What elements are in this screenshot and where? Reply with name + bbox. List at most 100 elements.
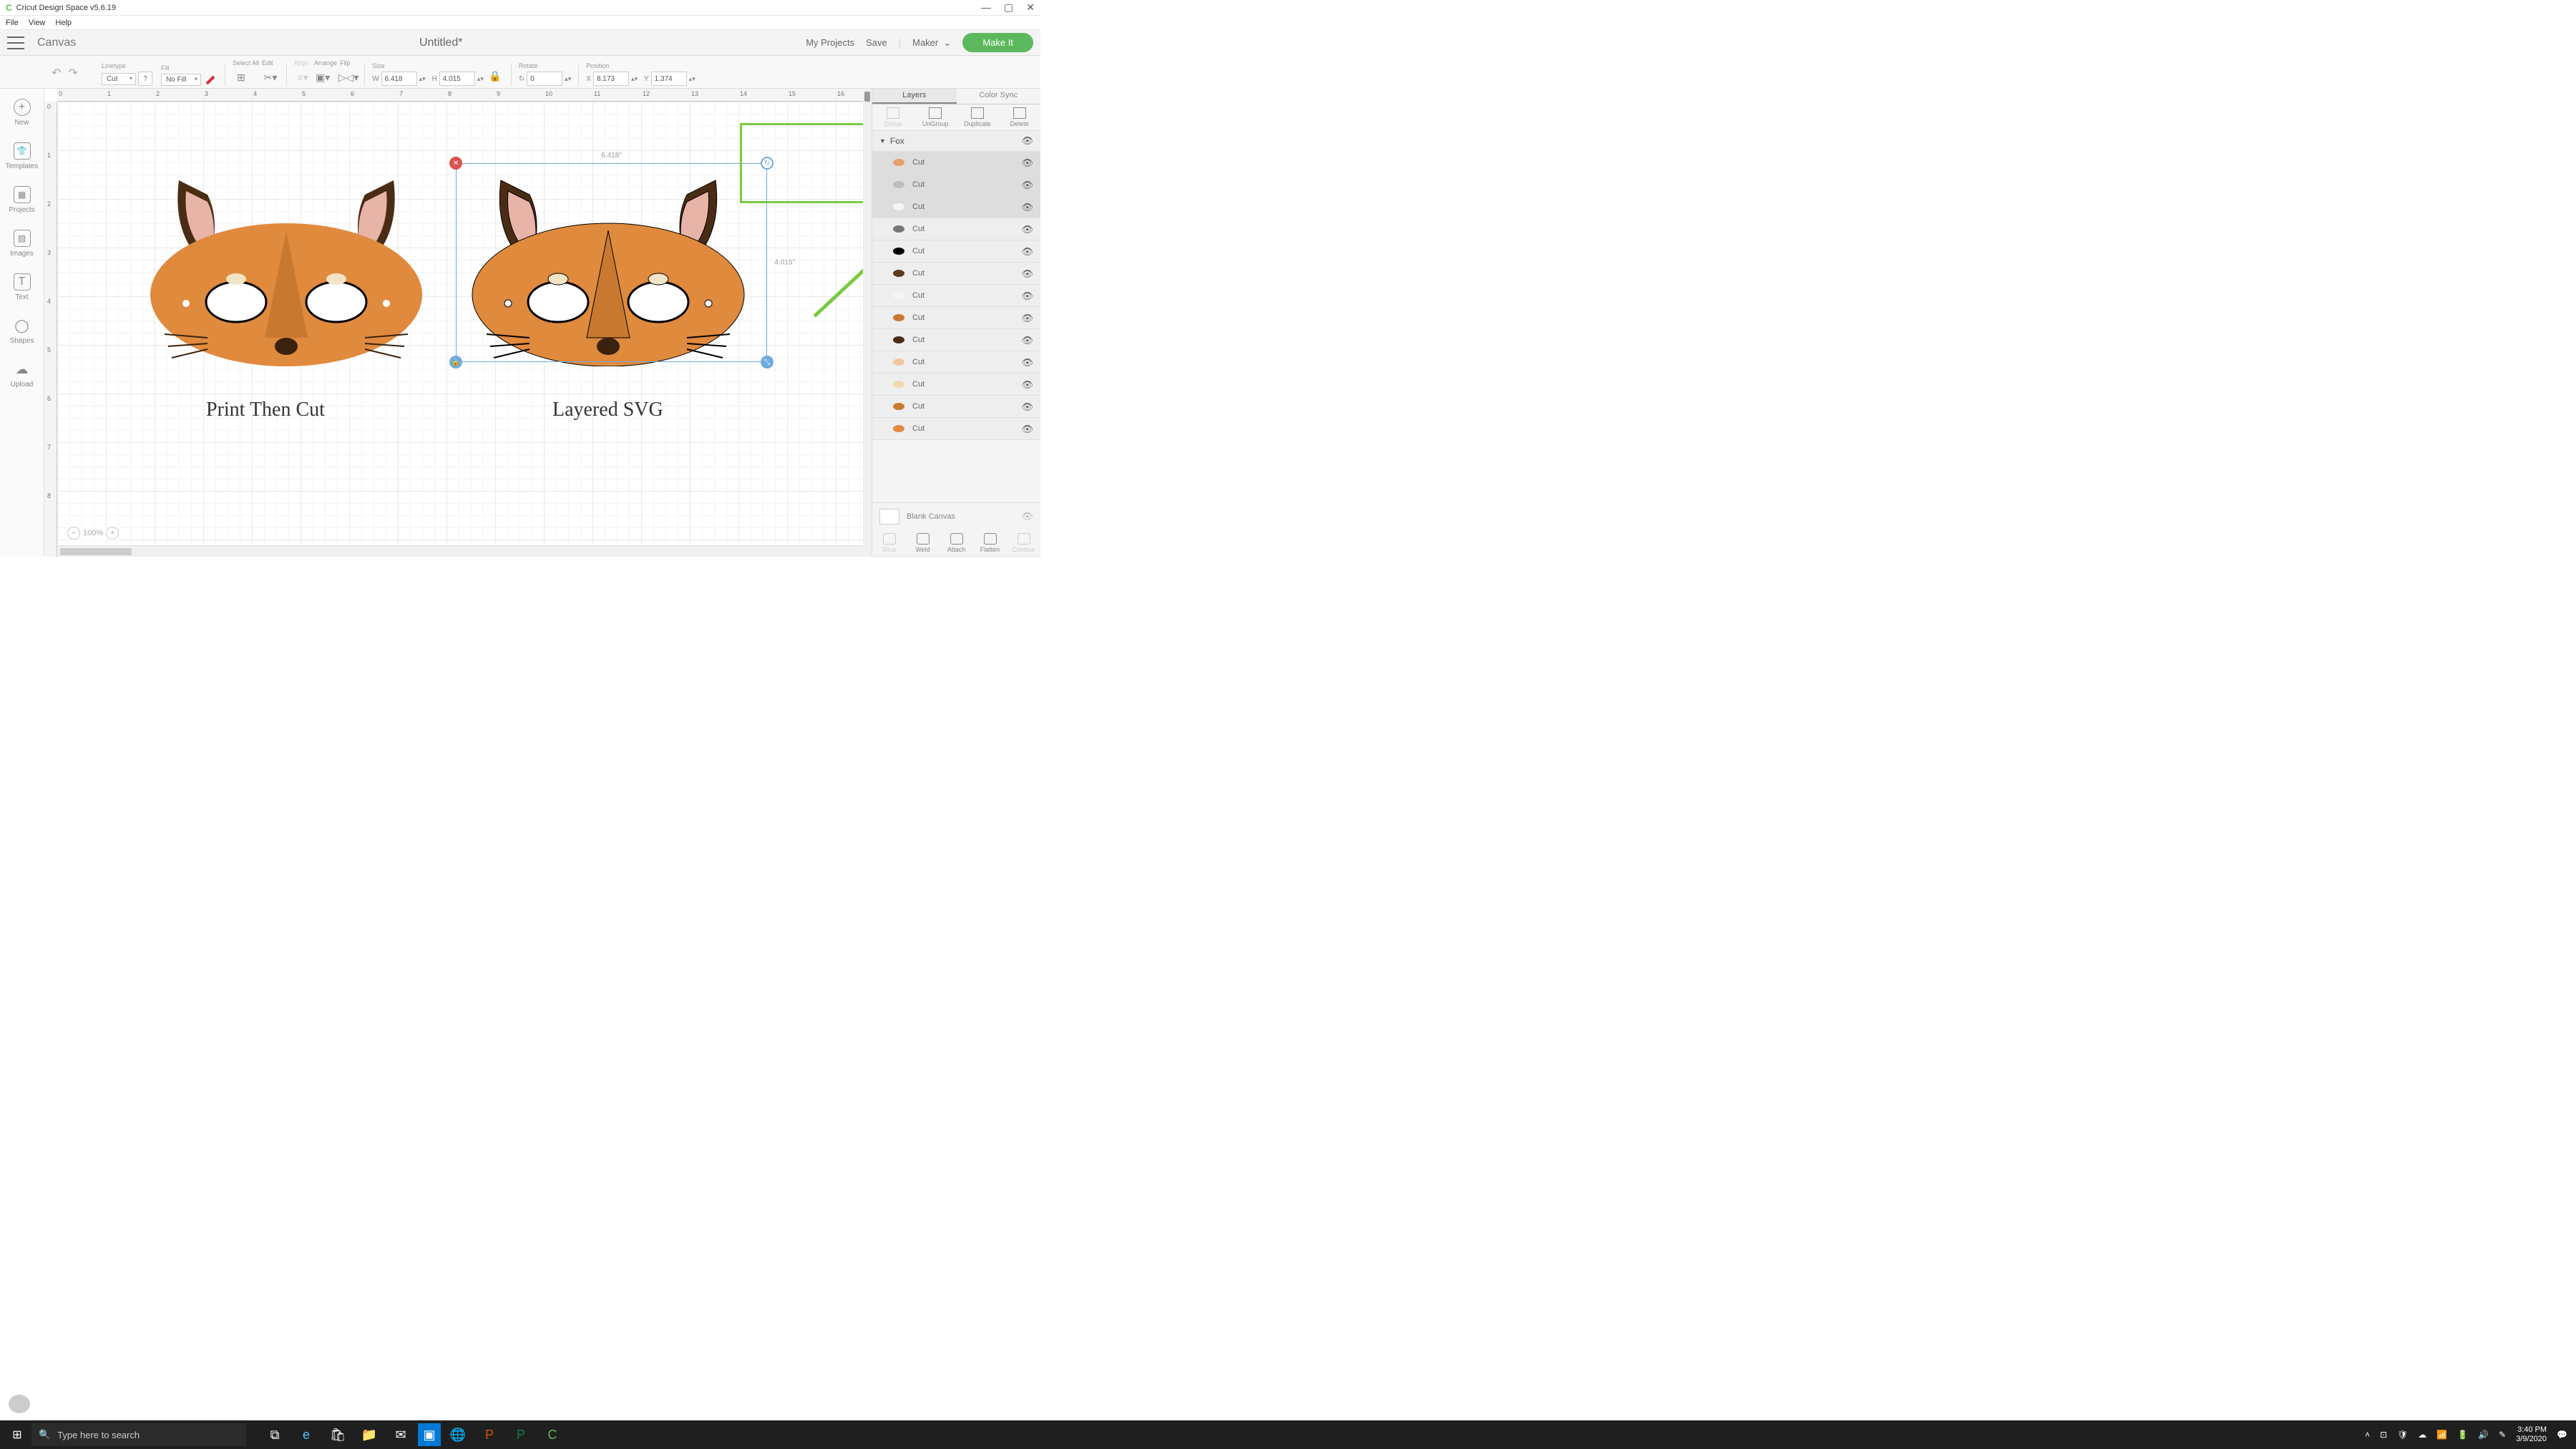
tray-chevron-icon[interactable]: ˄	[2365, 1430, 2370, 1440]
rotate-input[interactable]	[527, 72, 562, 86]
make-it-button[interactable]: Make It	[962, 33, 1033, 52]
layer-item[interactable]: Cut	[872, 374, 1040, 396]
canvas-grid[interactable]: ✕ ↻ 🔒 ⤡ 6.418" 4.015" Print Then Cut Lay…	[57, 102, 872, 544]
app-icon[interactable]: ▣	[418, 1423, 441, 1446]
visibility-toggle[interactable]	[1021, 179, 1033, 191]
vertical-scrollbar[interactable]	[863, 89, 872, 557]
visibility-toggle[interactable]	[1021, 379, 1033, 391]
canvas-color-selector[interactable]: Blank Canvas	[872, 502, 1040, 530]
selection-delete-handle[interactable]: ✕	[449, 157, 462, 170]
taskbar-search[interactable]: 🔍 Type here to search	[31, 1423, 246, 1446]
tab-color-sync[interactable]: Color Sync	[957, 89, 1041, 104]
width-input[interactable]	[381, 72, 417, 86]
arrange-icon[interactable]: ▣▾	[314, 69, 331, 86]
sidebar-new[interactable]: +New	[0, 93, 44, 132]
visibility-toggle[interactable]	[1021, 290, 1033, 302]
visibility-toggle[interactable]	[1021, 201, 1033, 213]
layer-item[interactable]: Cut	[872, 152, 1040, 174]
zoom-in-button[interactable]: +	[106, 527, 119, 540]
y-input[interactable]	[651, 72, 687, 86]
edge-icon[interactable]: e	[292, 1420, 321, 1449]
powerpoint-icon[interactable]: P	[475, 1420, 504, 1449]
fill-select[interactable]: No Fill	[161, 74, 201, 86]
sidebar-text[interactable]: TText	[0, 268, 44, 307]
layer-item[interactable]: Cut	[872, 285, 1040, 307]
mail-icon[interactable]: ✉	[386, 1420, 415, 1449]
publisher-icon[interactable]: P	[507, 1420, 535, 1449]
lock-aspect-icon[interactable]: 🔒	[487, 67, 504, 84]
fox-print-then-cut[interactable]	[136, 166, 436, 366]
hamburger-menu[interactable]	[7, 36, 24, 49]
edit-icon[interactable]: ✂▾	[262, 69, 279, 86]
sidebar-projects[interactable]: ▦Projects	[0, 180, 44, 220]
chrome-icon[interactable]: 🌐	[444, 1420, 472, 1449]
height-input[interactable]	[439, 72, 475, 86]
visibility-toggle[interactable]	[1021, 312, 1033, 324]
delete-button[interactable]: Delete	[1003, 107, 1036, 127]
start-button[interactable]: ⊞	[3, 1428, 31, 1442]
layer-item[interactable]: Cut	[872, 351, 1040, 374]
horizontal-scrollbar[interactable]: ▶	[57, 545, 872, 557]
save-link[interactable]: Save	[866, 37, 887, 48]
layer-item[interactable]: Cut	[872, 196, 1040, 218]
tray-network-icon[interactable]: 📶	[2436, 1430, 2447, 1440]
maximize-button[interactable]: ▢	[1004, 1, 1013, 14]
visibility-toggle[interactable]	[1021, 135, 1033, 147]
tray-dropbox-icon[interactable]: ⊡	[2380, 1430, 2387, 1440]
sidebar-shapes[interactable]: ◯Shapes	[0, 311, 44, 351]
layer-item[interactable]: Cut	[872, 396, 1040, 418]
layer-item[interactable]: Cut	[872, 418, 1040, 440]
visibility-toggle[interactable]	[1021, 245, 1033, 258]
fill-swatch[interactable]	[206, 75, 215, 84]
weld-button[interactable]: Weld	[907, 533, 940, 553]
duplicate-button[interactable]: Duplicate	[961, 107, 994, 127]
visibility-toggle[interactable]	[1021, 401, 1033, 413]
layer-item[interactable]: Cut	[872, 307, 1040, 329]
visibility-toggle[interactable]	[1021, 157, 1033, 169]
tab-layers[interactable]: Layers	[872, 89, 957, 104]
explorer-icon[interactable]: 📁	[355, 1420, 384, 1449]
selection-box[interactable]: ✕ ↻ 🔒 ⤡ 6.418" 4.015"	[456, 163, 767, 362]
layer-item[interactable]: Cut	[872, 263, 1040, 285]
x-input[interactable]	[593, 72, 629, 86]
zoom-out-button[interactable]: −	[67, 527, 80, 540]
tray-onedrive-icon[interactable]: ☁	[2418, 1430, 2426, 1440]
tray-security-icon[interactable]: 🛡	[2397, 1430, 2408, 1440]
store-icon[interactable]: 🛍	[323, 1420, 352, 1449]
visibility-toggle[interactable]	[1021, 223, 1033, 235]
select-all-icon[interactable]: ⊞	[233, 69, 250, 86]
sidebar-images[interactable]: ▧Images	[0, 224, 44, 263]
visibility-toggle[interactable]	[1021, 423, 1033, 435]
menu-file[interactable]: File	[6, 19, 19, 27]
layer-group-fox[interactable]: ▼ Fox	[872, 131, 1040, 152]
layer-item[interactable]: Cut	[872, 240, 1040, 263]
tray-volume-icon[interactable]: 🔊	[2478, 1430, 2489, 1440]
hidden-icon[interactable]	[1021, 511, 1033, 522]
flip-icon[interactable]: ▷◁▾	[340, 69, 357, 86]
visibility-toggle[interactable]	[1021, 268, 1033, 280]
selection-lock-handle[interactable]: 🔒	[449, 356, 462, 369]
menu-help[interactable]: Help	[55, 19, 72, 27]
redo-icon[interactable]: ↷	[68, 66, 77, 80]
selection-resize-handle[interactable]: ⤡	[761, 356, 774, 369]
minimize-button[interactable]: —	[981, 1, 991, 14]
attach-button[interactable]: Attach	[940, 533, 973, 553]
flatten-button[interactable]: Flatten	[974, 533, 1007, 553]
linetype-select[interactable]: Cut	[102, 73, 136, 85]
layer-item[interactable]: Cut	[872, 174, 1040, 196]
menu-view[interactable]: View	[29, 19, 46, 27]
chat-bubble-icon[interactable]	[9, 1395, 30, 1413]
canvas-area[interactable]: 012345678910111213141516 012345678	[44, 89, 872, 557]
cricut-taskbar-icon[interactable]: C	[538, 1420, 567, 1449]
undo-icon[interactable]: ↶	[52, 66, 61, 80]
linetype-help[interactable]: ?	[138, 72, 152, 86]
visibility-toggle[interactable]	[1021, 356, 1033, 369]
close-button[interactable]: ✕	[1026, 1, 1035, 14]
ungroup-button[interactable]: UnGroup	[919, 107, 952, 127]
tray-battery-icon[interactable]: 🔋	[2457, 1430, 2468, 1440]
notifications-icon[interactable]: 💬	[2557, 1430, 2567, 1440]
my-projects-link[interactable]: My Projects	[806, 37, 854, 48]
layer-item[interactable]: Cut	[872, 218, 1040, 240]
sidebar-templates[interactable]: 👕Templates	[0, 137, 44, 176]
tray-pen-icon[interactable]: ✎	[2499, 1430, 2506, 1440]
